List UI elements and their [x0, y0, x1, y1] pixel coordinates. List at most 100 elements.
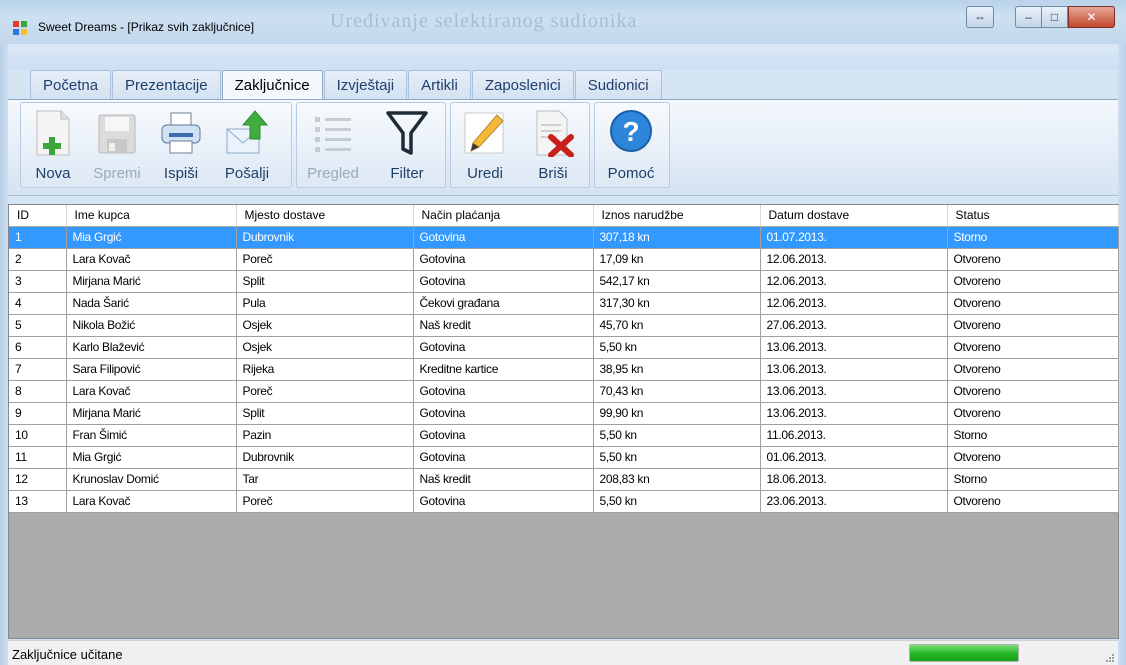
- cell-delivery-date[interactable]: 12.06.2013.: [760, 270, 948, 293]
- cell-delivery-place[interactable]: Split: [236, 270, 414, 293]
- cell-delivery-place[interactable]: Poreč: [236, 248, 414, 271]
- cell-amount[interactable]: 307,18 kn: [593, 226, 761, 249]
- filter-button[interactable]: Filter: [377, 105, 437, 187]
- cell-id[interactable]: 4: [9, 292, 67, 315]
- cell-status[interactable]: Otvoreno: [947, 380, 1119, 403]
- cell-status[interactable]: Otvoreno: [947, 248, 1119, 271]
- cell-payment-method[interactable]: Gotovina: [413, 402, 594, 425]
- cell-payment-method[interactable]: Gotovina: [413, 380, 594, 403]
- cell-delivery-date[interactable]: 18.06.2013.: [760, 468, 948, 491]
- help-button[interactable]: ? Pomoć: [601, 105, 661, 187]
- column-header-customer[interactable]: Ime kupca: [66, 205, 237, 227]
- cell-delivery-date[interactable]: 27.06.2013.: [760, 314, 948, 337]
- delete-button[interactable]: Briši: [523, 105, 583, 187]
- table-row[interactable]: 6 Karlo Blažević Osjek Gotovina 5,50 kn 13.06…: [9, 336, 1119, 359]
- save-button[interactable]: Spremi: [87, 105, 147, 187]
- cell-customer[interactable]: Mia Grgić: [66, 226, 237, 249]
- new-button[interactable]: Nova: [23, 105, 83, 187]
- cell-status[interactable]: Otvoreno: [947, 292, 1119, 315]
- cell-payment-method[interactable]: Naš kredit: [413, 314, 594, 337]
- column-header-status[interactable]: Status: [947, 205, 1119, 227]
- cell-id[interactable]: 3: [9, 270, 67, 293]
- cell-id[interactable]: 2: [9, 248, 67, 271]
- cell-payment-method[interactable]: Gotovina: [413, 270, 594, 293]
- cell-id[interactable]: 10: [9, 424, 67, 447]
- cell-customer[interactable]: Mirjana Marić: [66, 402, 237, 425]
- cell-delivery-place[interactable]: Tar: [236, 468, 414, 491]
- cell-delivery-date[interactable]: 12.06.2013.: [760, 248, 948, 271]
- cell-delivery-place[interactable]: Pula: [236, 292, 414, 315]
- cell-customer[interactable]: Nada Šarić: [66, 292, 237, 315]
- column-header-id[interactable]: ID: [9, 205, 67, 227]
- cell-delivery-date[interactable]: 13.06.2013.: [760, 402, 948, 425]
- cell-delivery-date[interactable]: 13.06.2013.: [760, 358, 948, 381]
- cell-amount[interactable]: 99,90 kn: [593, 402, 761, 425]
- edit-button[interactable]: Uredi: [455, 105, 515, 187]
- print-button[interactable]: Ispiši: [151, 105, 211, 187]
- cell-amount[interactable]: 542,17 kn: [593, 270, 761, 293]
- cell-amount[interactable]: 45,70 kn: [593, 314, 761, 337]
- swap-icon[interactable]: ⇔: [966, 6, 994, 28]
- cell-customer[interactable]: Mia Grgić: [66, 446, 237, 469]
- cell-status[interactable]: Otvoreno: [947, 336, 1119, 359]
- cell-amount[interactable]: 208,83 kn: [593, 468, 761, 491]
- table-row[interactable]: 8 Lara Kovač Poreč Gotovina 70,43 kn 13.06.20…: [9, 380, 1119, 403]
- tab-sudionici[interactable]: Sudionici: [574, 70, 662, 100]
- cell-delivery-date[interactable]: 01.06.2013.: [760, 446, 948, 469]
- cell-delivery-date[interactable]: 23.06.2013.: [760, 490, 948, 513]
- cell-customer[interactable]: Lara Kovač: [66, 248, 237, 271]
- cell-id[interactable]: 11: [9, 446, 67, 469]
- cell-customer[interactable]: Fran Šimić: [66, 424, 237, 447]
- cell-payment-method[interactable]: Gotovina: [413, 226, 594, 249]
- cell-delivery-place[interactable]: Dubrovnik: [236, 226, 414, 249]
- cell-status[interactable]: Storno: [947, 226, 1119, 249]
- cell-id[interactable]: 7: [9, 358, 67, 381]
- column-header-amount[interactable]: Iznos narudžbe: [593, 205, 761, 227]
- cell-id[interactable]: 6: [9, 336, 67, 359]
- cell-amount[interactable]: 5,50 kn: [593, 446, 761, 469]
- cell-delivery-date[interactable]: 01.07.2013.: [760, 226, 948, 249]
- tab-prezentacije[interactable]: Prezentacije: [112, 70, 221, 100]
- resize-grip-icon[interactable]: [1104, 652, 1114, 662]
- cell-amount[interactable]: 17,09 kn: [593, 248, 761, 271]
- table-row[interactable]: 1 Mia Grgić Dubrovnik Gotovina 307,18 kn 01.0…: [9, 226, 1119, 249]
- tab-zakljucnice[interactable]: Zaključnice: [221, 70, 323, 101]
- cell-status[interactable]: Otvoreno: [947, 490, 1119, 513]
- cell-id[interactable]: 5: [9, 314, 67, 337]
- cell-amount[interactable]: 317,30 kn: [593, 292, 761, 315]
- cell-amount[interactable]: 5,50 kn: [593, 424, 761, 447]
- cell-status[interactable]: Otvoreno: [947, 402, 1119, 425]
- cell-payment-method[interactable]: Gotovina: [413, 248, 594, 271]
- tab-artikli[interactable]: Artikli: [408, 70, 471, 100]
- cell-id[interactable]: 12: [9, 468, 67, 491]
- cell-customer[interactable]: Sara Filipović: [66, 358, 237, 381]
- cell-id[interactable]: 1: [9, 226, 67, 249]
- cell-customer[interactable]: Krunoslav Domić: [66, 468, 237, 491]
- cell-amount[interactable]: 5,50 kn: [593, 490, 761, 513]
- table-row[interactable]: 10 Fran Šimić Pazin Gotovina 5,50 kn 11.06.20…: [9, 424, 1119, 447]
- cell-payment-method[interactable]: Čekovi građana: [413, 292, 594, 315]
- maximize-button[interactable]: □: [1041, 6, 1068, 28]
- cell-payment-method[interactable]: Naš kredit: [413, 468, 594, 491]
- cell-status[interactable]: Otvoreno: [947, 446, 1119, 469]
- cell-delivery-date[interactable]: 11.06.2013.: [760, 424, 948, 447]
- cell-id[interactable]: 13: [9, 490, 67, 513]
- cell-delivery-place[interactable]: Split: [236, 402, 414, 425]
- cell-amount[interactable]: 38,95 kn: [593, 358, 761, 381]
- table-row[interactable]: 13 Lara Kovač Poreč Gotovina 5,50 kn 23.06.20…: [9, 490, 1119, 513]
- table-row[interactable]: 2 Lara Kovač Poreč Gotovina 17,09 kn 12.06.20…: [9, 248, 1119, 271]
- table-row[interactable]: 7 Sara Filipović Rijeka Kreditne kartice 38,…: [9, 358, 1119, 381]
- column-header-payment-method[interactable]: Način plaćanja: [413, 205, 594, 227]
- cell-delivery-place[interactable]: Dubrovnik: [236, 446, 414, 469]
- cell-delivery-place[interactable]: Poreč: [236, 490, 414, 513]
- cell-delivery-place[interactable]: Poreč: [236, 380, 414, 403]
- cell-status[interactable]: Storno: [947, 468, 1119, 491]
- cell-delivery-place[interactable]: Osjek: [236, 336, 414, 359]
- cell-delivery-date[interactable]: 12.06.2013.: [760, 292, 948, 315]
- tab-zaposlenici[interactable]: Zaposlenici: [471, 70, 574, 100]
- cell-payment-method[interactable]: Kreditne kartice: [413, 358, 594, 381]
- close-button[interactable]: ✕: [1068, 6, 1115, 28]
- table-row[interactable]: 9 Mirjana Marić Split Gotovina 99,90 kn 13.06…: [9, 402, 1119, 425]
- cell-delivery-place[interactable]: Rijeka: [236, 358, 414, 381]
- cell-customer[interactable]: Lara Kovač: [66, 490, 237, 513]
